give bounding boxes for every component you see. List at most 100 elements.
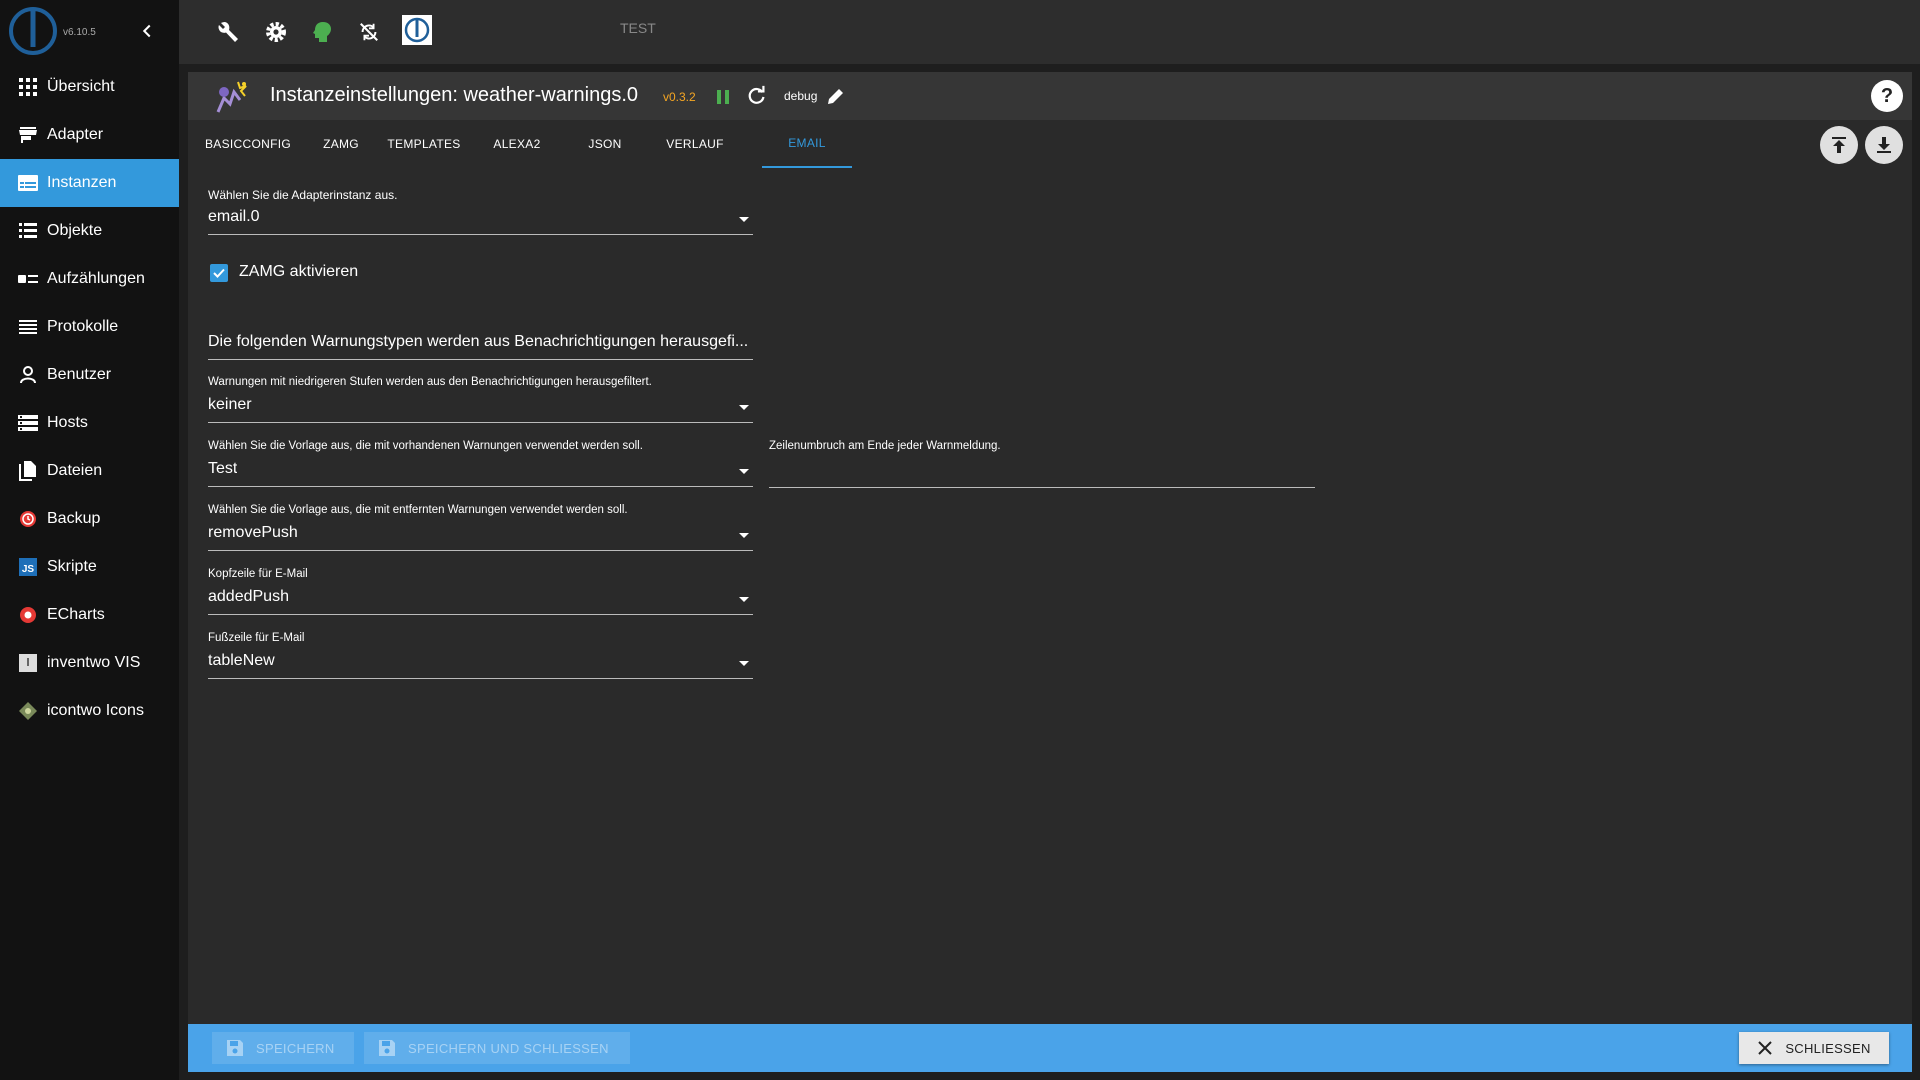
sidebar-item-adapter[interactable]: Adapter <box>0 111 179 159</box>
app-version: v6.10.5 <box>63 27 96 38</box>
iobroker-logo[interactable] <box>8 6 58 56</box>
tab-templates[interactable]: TEMPLATES <box>374 120 474 168</box>
sidebar-item-label: Aufzählungen <box>47 270 145 287</box>
loglevel-label[interactable]: debug <box>784 89 817 103</box>
tab-zamg[interactable]: ZAMG <box>308 120 374 168</box>
sidebar-item-label: icontwo Icons <box>47 702 144 719</box>
template-removed-value: removePush <box>208 524 298 541</box>
zamg-checkbox-label[interactable]: ZAMG aktivieren <box>239 263 358 281</box>
enum-icon <box>17 268 39 290</box>
email-header-value: addedPush <box>208 588 289 605</box>
template-removed-label: Wählen Sie die Vorlage aus, die mit entf… <box>208 504 628 516</box>
sidebar-item-label: Adapter <box>47 126 104 143</box>
linebreak-label: Zeilenumbruch am Ende jeder Warnmeldung. <box>769 440 1001 452</box>
close-label: SCHLIESSEN <box>1785 1040 1871 1056</box>
download-button[interactable] <box>1865 126 1903 164</box>
dropdown-arrow-icon <box>739 533 749 538</box>
upload-icon <box>1832 137 1846 153</box>
sidebar-item-label: Objekte <box>47 222 103 239</box>
save-label: SPEICHERN <box>256 1040 335 1056</box>
template-removed-select[interactable]: removePush <box>208 521 753 551</box>
sync-disabled-icon[interactable] <box>355 18 383 46</box>
sidebar-item-inventwo[interactable]: inventwo VIS <box>0 639 179 687</box>
hosts-icon <box>17 412 39 434</box>
save-icon <box>379 1040 395 1056</box>
sidebar-item-label: Skripte <box>47 558 97 575</box>
host-logo-icon[interactable] <box>401 14 433 46</box>
close-icon <box>1758 1041 1773 1055</box>
email-footer-label: Fußzeile für E-Mail <box>208 632 305 644</box>
chevron-left-icon[interactable] <box>136 20 158 42</box>
pause-icon[interactable] <box>712 86 734 108</box>
js-icon: JS <box>17 556 39 578</box>
logs-head-icon[interactable] <box>309 18 337 46</box>
tab-basicconfig[interactable]: BASICCONFIG <box>188 120 308 168</box>
dropdown-arrow-icon <box>739 661 749 666</box>
email-header-select[interactable]: addedPush <box>208 585 753 615</box>
files-icon <box>17 460 39 482</box>
tab-email[interactable]: EMAIL <box>762 120 852 168</box>
help-button[interactable]: ? <box>1871 80 1903 112</box>
level-value: keiner <box>208 396 252 413</box>
host-label: TEST <box>620 20 656 36</box>
sidebar-item-aufzaehlungen[interactable]: Aufzählungen <box>0 255 179 303</box>
sidebar-item-backup[interactable]: Backup <box>0 495 179 543</box>
instance-settings-dialog: Instanzeinstellungen: weather-warnings.0… <box>188 72 1912 1072</box>
log-icon <box>17 316 39 338</box>
sidebar-item-label: Übersicht <box>47 78 115 95</box>
email-header-label: Kopfzeile für E-Mail <box>208 568 308 580</box>
help-icon: ? <box>1880 84 1894 107</box>
template-existing-select[interactable]: Test <box>208 457 753 487</box>
echarts-icon <box>17 604 39 626</box>
linebreak-input[interactable] <box>769 457 1315 488</box>
level-label: Warnungen mit niedrigeren Stufen werden … <box>208 376 652 388</box>
tab-alexa2[interactable]: ALEXA2 <box>474 120 560 168</box>
save-button[interactable]: SPEICHERN <box>212 1032 354 1064</box>
sidebar-item-benutzer[interactable]: Benutzer <box>0 351 179 399</box>
instance-label: Wählen Sie die Adapterinstanz aus. <box>208 188 398 202</box>
sidebar-item-hosts[interactable]: Hosts <box>0 399 179 447</box>
sidebar-item-objekte[interactable]: Objekte <box>0 207 179 255</box>
sidebar-item-uebersicht[interactable]: Übersicht <box>0 63 179 111</box>
adapter-version: v0.3.2 <box>663 90 696 104</box>
sidebar-item-label: Hosts <box>47 414 88 431</box>
gear-icon[interactable] <box>262 18 290 46</box>
sidebar-item-skripte[interactable]: JS Skripte <box>0 543 179 591</box>
level-select[interactable]: keiner <box>208 393 753 423</box>
email-footer-value: tableNew <box>208 652 275 669</box>
email-footer-select[interactable]: tableNew <box>208 649 753 679</box>
svg-text:JS: JS <box>22 564 35 575</box>
sidebar-item-dateien[interactable]: Dateien <box>0 447 179 495</box>
close-button[interactable]: SCHLIESSEN <box>1739 1032 1889 1064</box>
save-icon <box>227 1040 243 1056</box>
sidebar-item-instanzen[interactable]: Instanzen <box>0 159 179 207</box>
filter-types-select[interactable]: Die folgenden Warnungstypen werden aus B… <box>208 330 753 360</box>
dropdown-arrow-icon <box>739 597 749 602</box>
upload-button[interactable] <box>1820 126 1858 164</box>
tab-json[interactable]: JSON <box>560 120 650 168</box>
icontwo-icon <box>17 700 39 722</box>
sidebar-item-echarts[interactable]: ECharts <box>0 591 179 639</box>
tab-bar: BASICCONFIG ZAMG TEMPLATES ALEXA2 JSON V… <box>188 120 1912 168</box>
dialog-title: Instanzeinstellungen: weather-warnings.0 <box>270 84 638 106</box>
tab-verlauf[interactable]: VERLAUF <box>650 120 740 168</box>
sidebar-item-label: Benutzer <box>47 366 112 383</box>
sidebar-item-label: inventwo VIS <box>47 654 141 671</box>
instances-icon <box>17 172 39 194</box>
sidebar-item-label: Protokolle <box>47 318 119 335</box>
reload-icon[interactable] <box>746 85 768 107</box>
sidebar-item-label: ECharts <box>47 606 105 623</box>
zamg-checkbox[interactable] <box>210 264 228 282</box>
save-and-close-button[interactable]: SPEICHERN UND SCHLIESSEN <box>364 1032 630 1064</box>
pencil-icon[interactable] <box>826 86 846 106</box>
download-icon <box>1877 137 1891 153</box>
instance-select[interactable]: email.0 <box>208 205 753 235</box>
weather-warnings-adapter-icon <box>216 81 247 113</box>
wrench-icon[interactable] <box>214 18 242 46</box>
grid-icon <box>17 76 39 98</box>
dropdown-arrow-icon <box>739 469 749 474</box>
template-existing-value: Test <box>208 460 238 477</box>
sidebar-item-protokolle[interactable]: Protokolle <box>0 303 179 351</box>
sidebar-item-icontwo[interactable]: icontwo Icons <box>0 687 179 735</box>
template-existing-label: Wählen Sie die Vorlage aus, die mit vorh… <box>208 440 643 452</box>
